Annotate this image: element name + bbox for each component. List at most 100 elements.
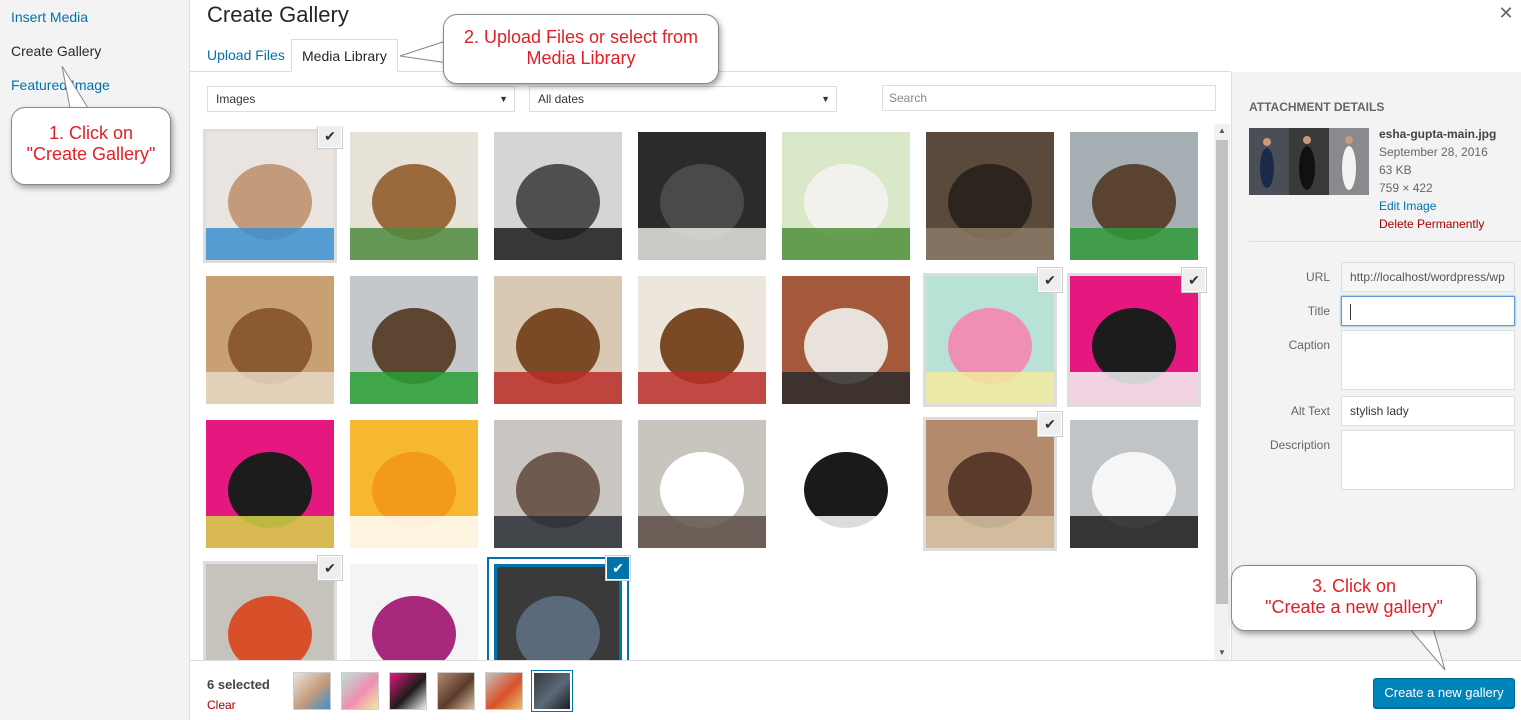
attachment-image <box>494 420 622 548</box>
media-modal: Insert Media Create Gallery Featured Ima… <box>0 0 1521 720</box>
selection-thumbnail[interactable] <box>342 673 378 709</box>
scroll-down-icon[interactable]: ▼ <box>1214 646 1230 660</box>
attachment-image <box>494 276 622 404</box>
attachment-image <box>350 132 478 260</box>
check-icon[interactable]: ✔ <box>1038 268 1062 292</box>
attachment-image <box>926 420 1054 548</box>
attachment-image <box>638 276 766 404</box>
selection-thumbnail[interactable] <box>438 673 474 709</box>
attachment-size: 63 KB <box>1379 163 1412 177</box>
date-filter-select[interactable]: All dates ▼ <box>529 86 837 112</box>
tab-upload-files[interactable]: Upload Files <box>197 39 295 72</box>
attachment-image <box>206 420 334 548</box>
callout-step-1: 1. Click on "Create Gallery" <box>11 107 171 185</box>
attachment-image <box>782 276 910 404</box>
callout-step-3: 3. Click on "Create a new gallery" <box>1231 565 1477 631</box>
selection-thumbnail[interactable] <box>486 673 522 709</box>
attachment-thumbnail[interactable] <box>1070 420 1198 548</box>
attachment-thumbnail[interactable] <box>494 420 622 548</box>
attachment-image <box>350 420 478 548</box>
attachment-thumbnail[interactable] <box>638 276 766 404</box>
menu-item-insert-media[interactable]: Insert Media <box>0 0 189 34</box>
attachment-thumbnail[interactable] <box>782 132 910 260</box>
title-field[interactable] <box>1341 296 1515 326</box>
chevron-down-icon: ▼ <box>821 94 830 104</box>
callout-1-line-1: 1. Click on <box>48 123 134 143</box>
attachment-dimensions: 759 × 422 <box>1379 181 1433 195</box>
check-icon[interactable]: ✔ <box>606 556 630 580</box>
attachment-preview-image <box>1249 128 1369 195</box>
attachment-thumbnail[interactable]: ✔ <box>923 268 1062 407</box>
details-divider <box>1249 241 1521 242</box>
delete-permanently-link[interactable]: Delete Permanently <box>1379 215 1496 233</box>
attachment-thumbnail[interactable] <box>926 132 1054 260</box>
scrollbar-thumb[interactable] <box>1216 140 1228 604</box>
type-filter-value: Images <box>216 92 256 106</box>
attachment-image <box>350 564 478 660</box>
check-icon[interactable]: ✔ <box>1182 268 1206 292</box>
callout-3-line-1: 3. Click on <box>1311 576 1397 596</box>
tab-media-library[interactable]: Media Library <box>291 39 398 72</box>
attachment-thumbnail[interactable] <box>782 420 910 548</box>
attachment-thumbnail[interactable] <box>350 564 478 660</box>
scroll-up-icon[interactable]: ▲ <box>1214 124 1230 138</box>
attachment-thumbnail[interactable] <box>494 132 622 260</box>
attachment-image <box>206 276 334 404</box>
edit-image-link[interactable]: Edit Image <box>1379 197 1496 215</box>
alt-text-label: Alt Text <box>1290 404 1330 418</box>
callout-3-line-2: "Create a new gallery" <box>1265 597 1443 617</box>
attachment-thumbnail[interactable]: ✔ <box>923 412 1062 551</box>
selection-thumbnail[interactable] <box>534 673 570 709</box>
callout-2-line-1: 2. Upload Files or select from <box>463 27 699 47</box>
attachment-image <box>638 420 766 548</box>
close-icon[interactable]: ✕ <box>1498 3 1514 24</box>
callout-2-line-2: Media Library <box>526 48 636 68</box>
attachment-date: September 28, 2016 <box>1379 145 1488 159</box>
selection-thumbnail[interactable] <box>390 673 426 709</box>
title-label: Title <box>1307 304 1330 318</box>
attachment-image <box>926 276 1054 404</box>
attachment-thumbnail[interactable] <box>206 276 334 404</box>
attachment-image <box>494 132 622 260</box>
attachment-thumbnail[interactable] <box>638 132 766 260</box>
selection-thumbnail[interactable] <box>294 673 330 709</box>
attachment-thumbnail[interactable] <box>782 276 910 404</box>
caption-field[interactable] <box>1341 330 1515 390</box>
url-field[interactable]: http://localhost/wordpress/wp <box>1341 262 1515 292</box>
attachment-thumbnail[interactable]: ✔ <box>494 556 630 660</box>
attachments-grid: ✔ ✔ ✔ ✔ ✔ ✔ <box>200 126 1212 660</box>
page-title: Create Gallery <box>207 2 349 27</box>
callout-1-line-2: "Create Gallery" <box>26 144 156 164</box>
clear-selection-link[interactable]: Clear <box>207 698 236 712</box>
media-toolbar-bottom: 6 selected Clear Create a new gallery <box>190 660 1521 720</box>
date-filter-value: All dates <box>538 92 585 106</box>
attachment-thumbnail[interactable]: ✔ <box>203 556 342 660</box>
attachment-thumbnail[interactable] <box>350 132 478 260</box>
attachment-image <box>1070 132 1198 260</box>
attachment-thumbnail[interactable] <box>350 420 478 548</box>
attachment-image <box>1070 420 1198 548</box>
attachment-details-heading: Attachment Details <box>1249 100 1385 114</box>
attachment-thumbnail[interactable] <box>638 420 766 548</box>
attachment-meta: esha-gupta-main.jpg September 28, 2016 6… <box>1379 125 1496 233</box>
attachment-image <box>206 132 334 260</box>
check-icon[interactable]: ✔ <box>318 126 342 148</box>
callout-step-2: 2. Upload Files or select from Media Lib… <box>443 14 719 84</box>
alt-text-field[interactable]: stylish lady <box>1341 396 1515 426</box>
attachment-thumbnail[interactable]: ✔ <box>203 126 342 263</box>
attachment-thumbnail[interactable] <box>1070 132 1198 260</box>
type-filter-select[interactable]: Images ▼ <box>207 86 515 112</box>
attachment-thumbnail[interactable] <box>206 420 334 548</box>
attachment-thumbnail[interactable] <box>350 276 478 404</box>
grid-scrollbar[interactable]: ▲ ▼ <box>1214 124 1230 660</box>
text-cursor <box>1350 303 1351 320</box>
check-icon[interactable]: ✔ <box>1038 412 1062 436</box>
search-input[interactable]: Search <box>882 85 1216 111</box>
attachment-thumbnail[interactable]: ✔ <box>1067 268 1206 407</box>
attachment-image <box>206 564 334 660</box>
description-field[interactable] <box>1341 430 1515 490</box>
attachment-thumbnail[interactable] <box>494 276 622 404</box>
attachment-image <box>494 564 622 660</box>
create-new-gallery-button[interactable]: Create a new gallery <box>1373 678 1515 708</box>
check-icon[interactable]: ✔ <box>318 556 342 580</box>
